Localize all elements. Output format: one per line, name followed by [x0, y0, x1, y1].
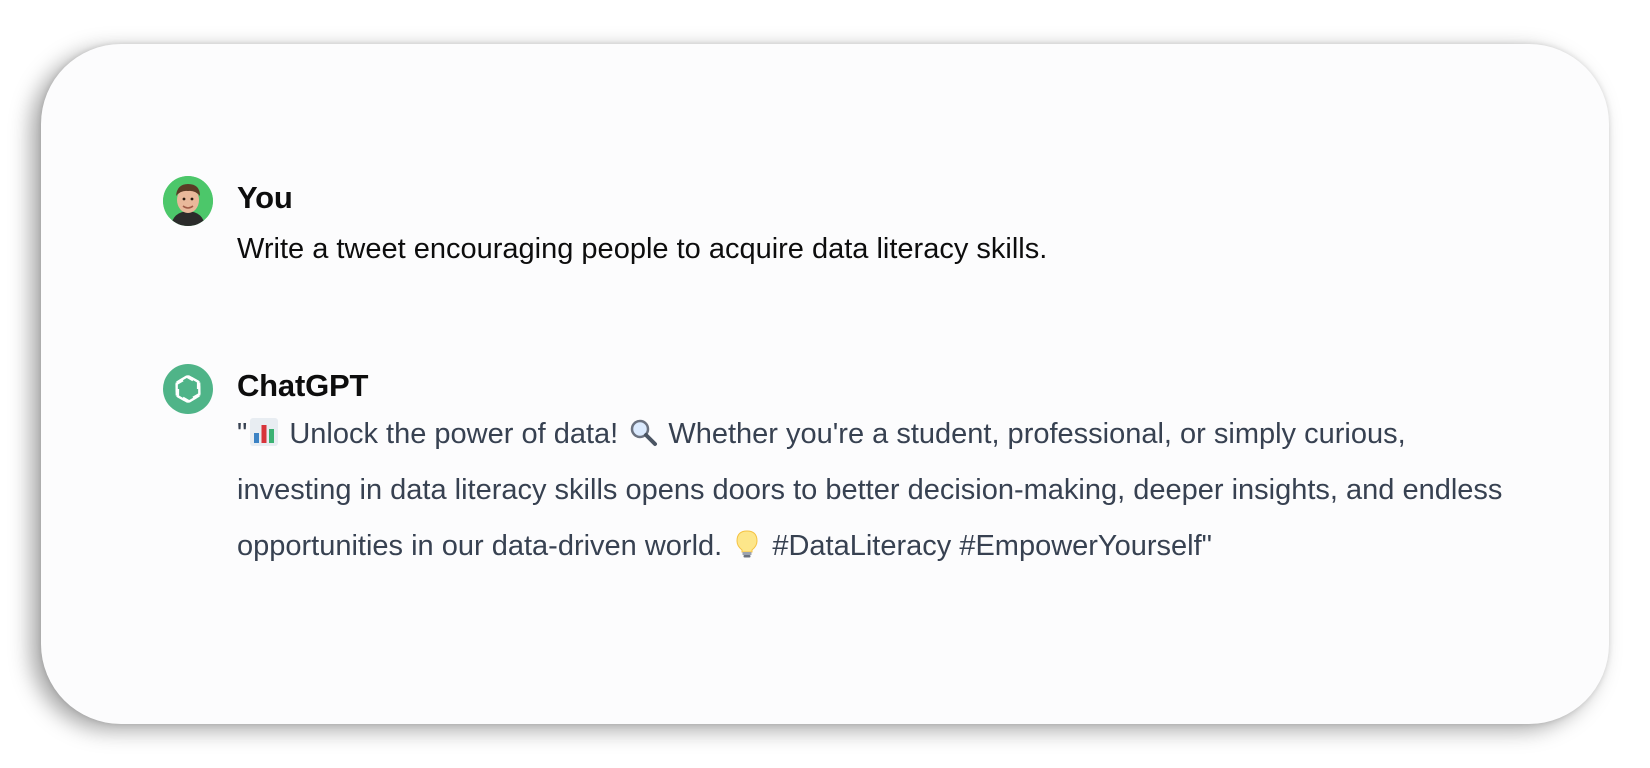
openai-logo-icon — [175, 375, 201, 403]
user-avatar-image — [163, 176, 213, 226]
user-avatar[interactable] — [163, 176, 213, 226]
light-bulb-emoji-icon — [736, 530, 758, 558]
assistant-author-name: ChatGPT — [237, 368, 369, 403]
user-message-text: Write a tweet encouraging people to acqu… — [237, 233, 1048, 265]
bar-chart-emoji-icon — [250, 418, 279, 446]
chatgpt-avatar — [163, 364, 213, 414]
assistant-text-segment-3: #DataLiteracy #EmpowerYourself" — [764, 530, 1212, 562]
magnifying-glass-emoji-icon — [631, 419, 658, 446]
assistant-message-text: " Unlock the power of data! Whether you'… — [237, 406, 1507, 574]
screenshot-stage: You Write a tweet encouraging people to … — [0, 0, 1650, 768]
chat-card: You Write a tweet encouraging people to … — [41, 44, 1609, 724]
assistant-text-segment-1: Unlock the power of data! — [281, 418, 627, 450]
user-author-name: You — [237, 180, 293, 215]
assistant-text-segment-0: " — [237, 418, 248, 450]
